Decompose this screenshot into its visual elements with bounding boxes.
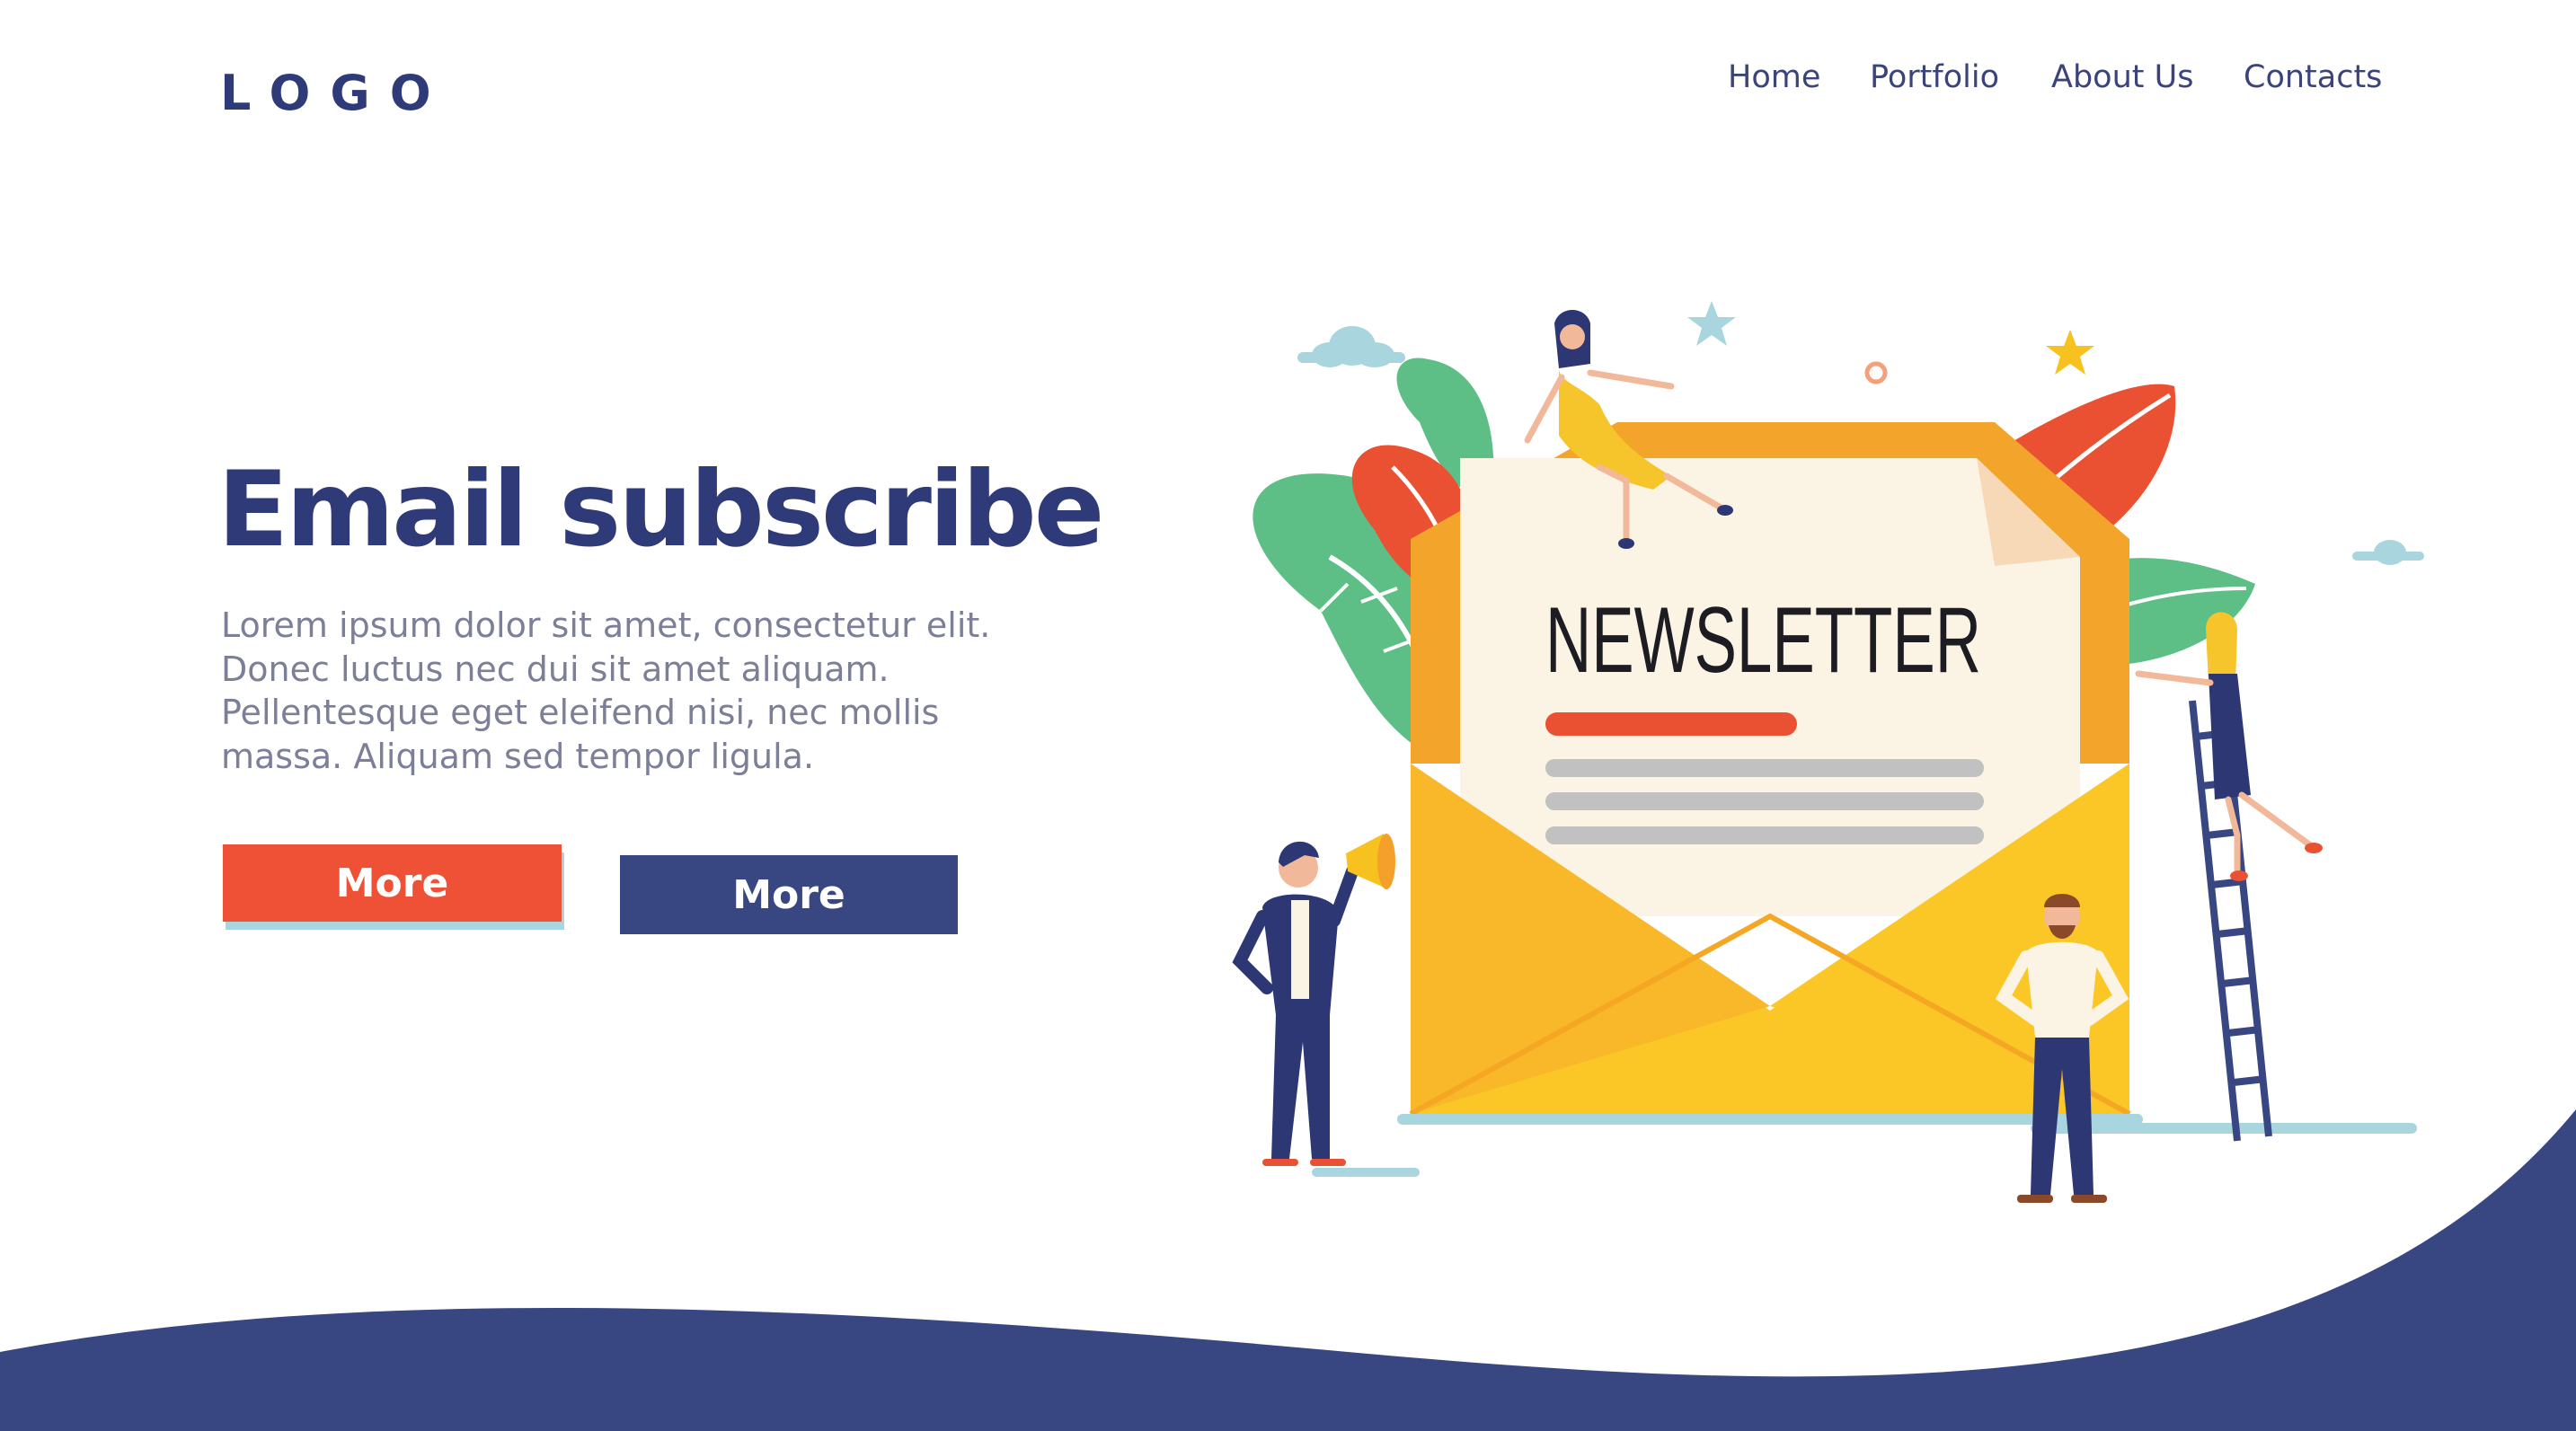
newsletter-paper: NEWSLETTER: [1460, 458, 2080, 916]
person-megaphone: [1232, 834, 1395, 1166]
newsletter-heading: NEWSLETTER: [1545, 588, 1981, 693]
nav-portfolio-link[interactable]: Portfolio: [1870, 59, 1999, 95]
more-button-secondary[interactable]: More: [620, 855, 958, 934]
main-nav: Home Portfolio About Us Contacts: [1707, 59, 2390, 110]
hero-title: Email subscribe: [217, 449, 1104, 570]
nav-about-us-link[interactable]: About Us: [2051, 59, 2193, 95]
hero-description: Lorem ipsum dolor sit amet, consectetur …: [221, 605, 991, 776]
newsletter-illustration: NEWSLETTER: [1232, 301, 2424, 1203]
ring-icon: [1864, 361, 1888, 384]
star-icon: [1687, 301, 1736, 346]
cloud-icon: [1297, 326, 1405, 367]
cloud-icon: [2352, 540, 2424, 565]
star-icon: [2046, 330, 2094, 375]
nav-contacts-link[interactable]: Contacts: [2244, 59, 2382, 95]
logo[interactable]: LOGO: [220, 65, 451, 121]
more-button-primary[interactable]: More: [223, 844, 562, 922]
nav-home-link[interactable]: Home: [1728, 59, 1820, 95]
